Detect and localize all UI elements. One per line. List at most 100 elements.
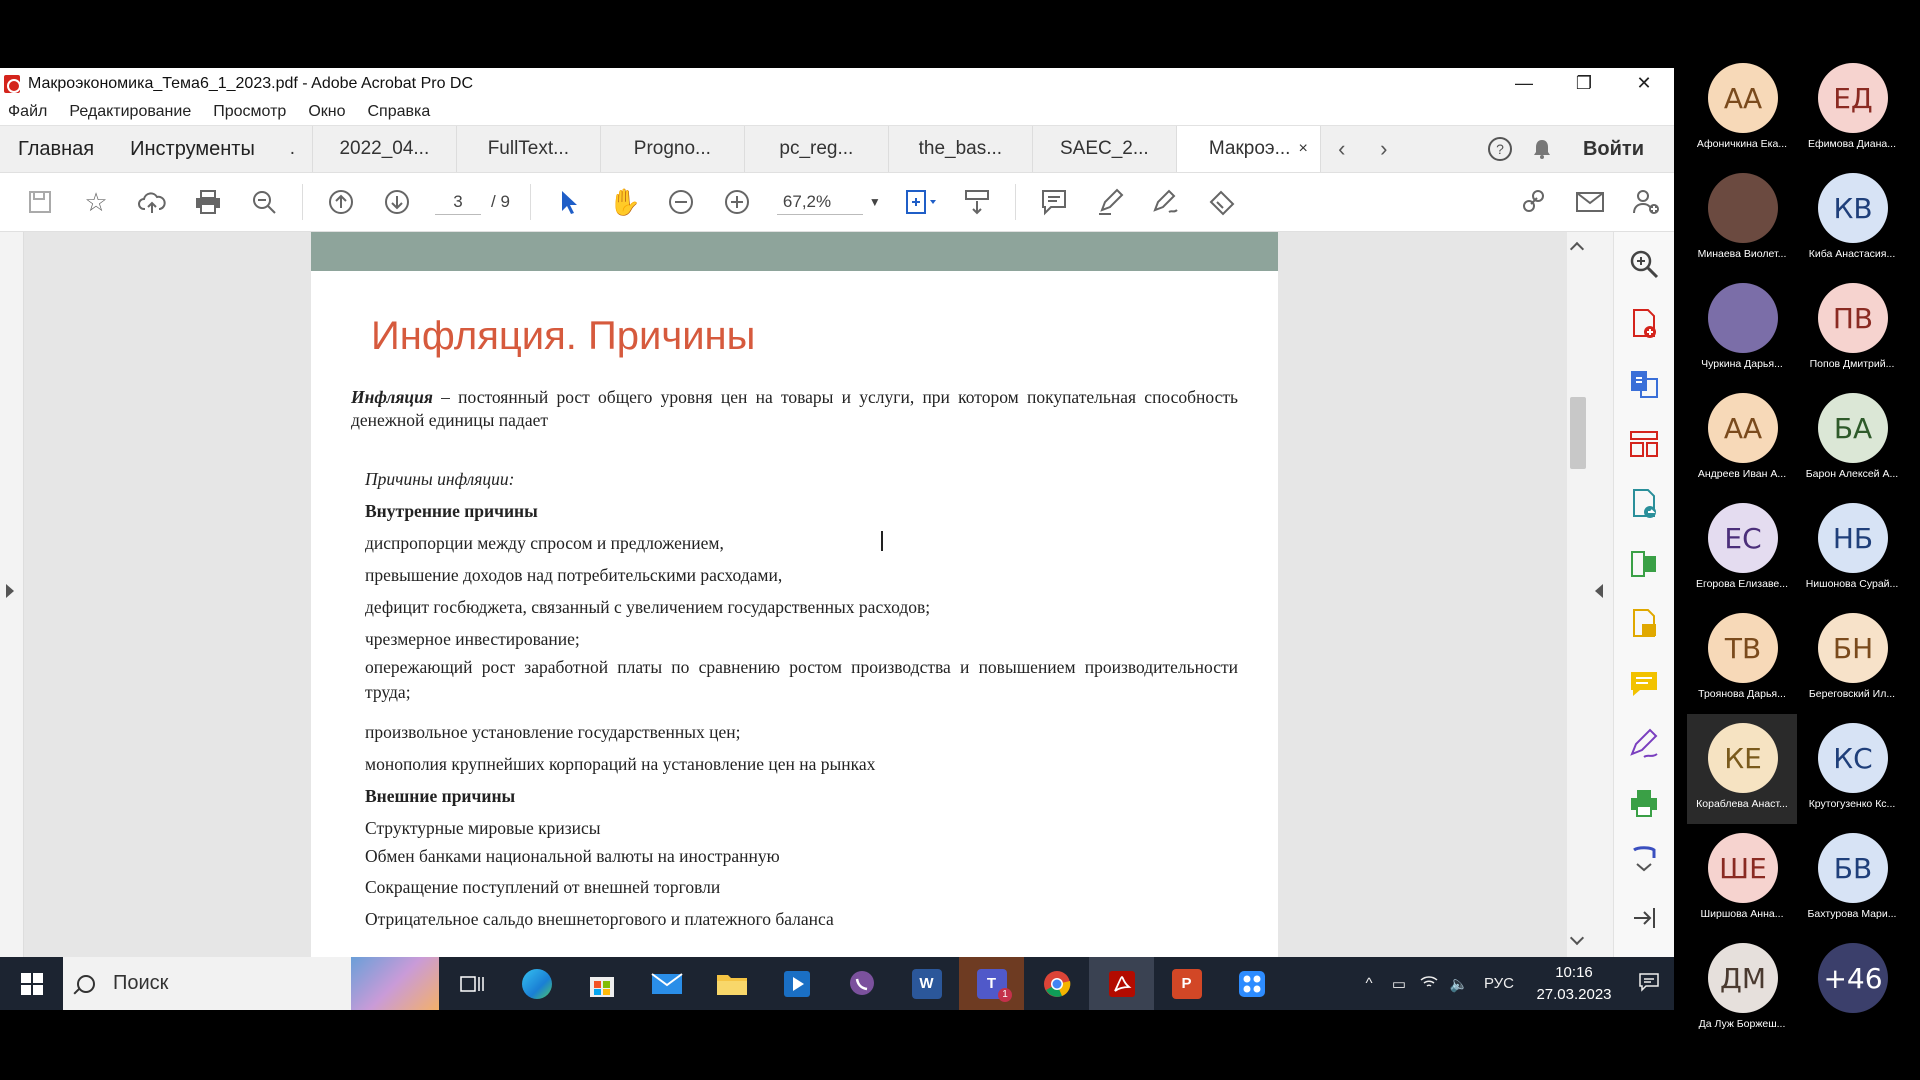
- tab-home[interactable]: Главная: [0, 126, 112, 172]
- chrome-icon[interactable]: [1024, 957, 1089, 1010]
- zoom-in-icon[interactable]: [709, 182, 765, 222]
- fit-page-icon[interactable]: [893, 182, 949, 222]
- menu-edit[interactable]: Редактирование: [69, 103, 191, 121]
- add-user-icon[interactable]: [1618, 182, 1674, 222]
- restore-button[interactable]: ❐: [1554, 73, 1614, 94]
- participant-tile[interactable]: ЕС Егорова Елизаве...: [1687, 494, 1797, 604]
- scroll-up-icon[interactable]: [1569, 241, 1585, 257]
- participant-tile[interactable]: БВ Бахтурова Мари...: [1797, 824, 1907, 934]
- comment-tool-icon[interactable]: [1628, 668, 1660, 700]
- edit-pdf-icon[interactable]: [1628, 488, 1660, 520]
- zoom-out-icon[interactable]: [653, 182, 709, 222]
- print-production-icon[interactable]: [1628, 788, 1660, 820]
- create-pdf-icon[interactable]: [1628, 308, 1660, 340]
- page-number-input[interactable]: 3: [435, 190, 481, 215]
- next-page-icon[interactable]: [369, 182, 425, 222]
- vertical-scrollbar[interactable]: [1567, 232, 1589, 957]
- help-icon[interactable]: ?: [1479, 126, 1521, 172]
- participant-tile[interactable]: Минаева Виолет...: [1687, 164, 1797, 274]
- participant-tile[interactable]: Чуркина Дарья...: [1687, 274, 1797, 384]
- participant-tile[interactable]: КС Крутогузенко Кс...: [1797, 714, 1907, 824]
- tab-active-doc[interactable]: Макроэ... ×: [1176, 126, 1321, 172]
- powerpoint-icon[interactable]: P: [1154, 957, 1219, 1010]
- participant-tile[interactable]: КВ Киба Анастасия...: [1797, 164, 1907, 274]
- comment-icon[interactable]: [1026, 182, 1082, 222]
- start-button[interactable]: [0, 957, 63, 1010]
- tab-doc-3[interactable]: Progno...: [601, 126, 745, 172]
- minimize-button[interactable]: —: [1494, 73, 1554, 94]
- organize-pages-icon[interactable]: [1628, 428, 1660, 460]
- participant-tile[interactable]: КЕ Кораблева Анаст...: [1687, 714, 1797, 824]
- tab-doc-5[interactable]: the_bas...: [889, 126, 1033, 172]
- wifi-icon[interactable]: [1414, 974, 1444, 994]
- right-panel-toggle[interactable]: [1589, 232, 1613, 957]
- menu-file[interactable]: Файл: [8, 103, 47, 121]
- participant-tile[interactable]: БН Береговский Ил...: [1797, 604, 1907, 714]
- taskbar-search[interactable]: Поиск: [63, 957, 439, 1010]
- tab-doc-6[interactable]: SAEC_2...: [1033, 126, 1177, 172]
- zoom-app-icon[interactable]: [1219, 957, 1284, 1010]
- mail-icon[interactable]: [634, 957, 699, 1010]
- tab-tools[interactable]: Инструменты: [112, 126, 273, 172]
- bookmark-star-icon[interactable]: ☆: [68, 182, 124, 222]
- participant-tile[interactable]: АА Афоничкина Ека...: [1687, 54, 1797, 164]
- combine-files-icon[interactable]: [1628, 548, 1660, 580]
- zoom-tool-icon[interactable]: [1628, 248, 1660, 280]
- stamp-icon[interactable]: [1194, 182, 1250, 222]
- participant-tile[interactable]: ШЕ Ширшова Анна...: [1687, 824, 1797, 934]
- microsoft-store-icon[interactable]: [569, 957, 634, 1010]
- participant-tile[interactable]: ТВ Троянова Дарья...: [1687, 604, 1797, 714]
- upload-cloud-icon[interactable]: [124, 182, 180, 222]
- tab-hidden[interactable]: .: [273, 126, 313, 172]
- print-icon[interactable]: [180, 182, 236, 222]
- email-icon[interactable]: [1562, 182, 1618, 222]
- sign-in-button[interactable]: Войти: [1563, 126, 1674, 172]
- select-cursor-icon[interactable]: [541, 182, 597, 222]
- share-link-icon[interactable]: [1506, 182, 1562, 222]
- zoom-dropdown[interactable]: 67,2% ▼: [776, 190, 881, 215]
- scroll-down-icon[interactable]: [1569, 930, 1585, 946]
- participant-tile[interactable]: НБ Нишонова Сурай...: [1797, 494, 1907, 604]
- chevron-right-icon[interactable]: ›: [1363, 126, 1405, 172]
- menu-help[interactable]: Справка: [368, 103, 431, 121]
- bell-icon[interactable]: [1521, 126, 1563, 172]
- edge-browser-icon[interactable]: [504, 957, 569, 1010]
- participant-tile[interactable]: ЕД Ефимова Диана...: [1797, 54, 1907, 164]
- battery-icon[interactable]: ▭: [1384, 975, 1414, 993]
- protect-shield-icon[interactable]: [1628, 842, 1660, 874]
- participant-tile[interactable]: ДМ Да Луж Боржеш...: [1687, 934, 1797, 1044]
- highlight-pen-icon[interactable]: [1082, 182, 1138, 222]
- sign-icon[interactable]: [1138, 182, 1194, 222]
- file-explorer-icon[interactable]: [699, 957, 764, 1010]
- scroll-mode-icon[interactable]: [949, 182, 1005, 222]
- tab-close-icon[interactable]: ×: [1299, 140, 1308, 158]
- participant-tile[interactable]: БА Барон Алексей А...: [1797, 384, 1907, 494]
- participant-tile[interactable]: АА Андреев Иван А...: [1687, 384, 1797, 494]
- search-zoom-icon[interactable]: [236, 182, 292, 222]
- task-view-icon[interactable]: [439, 957, 504, 1010]
- scroll-thumb[interactable]: [1570, 397, 1586, 469]
- chevron-left-icon[interactable]: ‹: [1321, 126, 1363, 172]
- menu-window[interactable]: Окно: [308, 103, 345, 121]
- chevron-up-icon[interactable]: ^: [1354, 975, 1384, 992]
- acrobat-taskbar-icon[interactable]: [1089, 957, 1154, 1010]
- request-signature-icon[interactable]: [1628, 728, 1660, 760]
- tab-doc-2[interactable]: FullText...: [457, 126, 601, 172]
- volume-icon[interactable]: 🔈: [1444, 975, 1474, 993]
- participant-tile[interactable]: ПВ Попов Дмитрий...: [1797, 274, 1907, 384]
- export-pdf-icon[interactable]: [1628, 368, 1660, 400]
- menu-view[interactable]: Просмотр: [213, 103, 286, 121]
- notifications-icon[interactable]: [1624, 972, 1674, 996]
- clock[interactable]: 10:16 27.03.2023: [1524, 962, 1624, 1006]
- hand-tool-icon[interactable]: ✋: [597, 182, 653, 222]
- save-icon[interactable]: [12, 182, 68, 222]
- close-button[interactable]: ✕: [1614, 73, 1674, 94]
- fill-sign-icon[interactable]: [1628, 608, 1660, 640]
- media-player-icon[interactable]: [764, 957, 829, 1010]
- teams-icon[interactable]: T 1: [959, 957, 1024, 1010]
- left-panel-toggle[interactable]: [0, 232, 24, 957]
- collapse-pane-icon[interactable]: [1628, 902, 1660, 934]
- viber-icon[interactable]: [829, 957, 894, 1010]
- more-participants-button[interactable]: +46: [1797, 934, 1907, 1044]
- language-indicator[interactable]: РУС: [1474, 975, 1524, 992]
